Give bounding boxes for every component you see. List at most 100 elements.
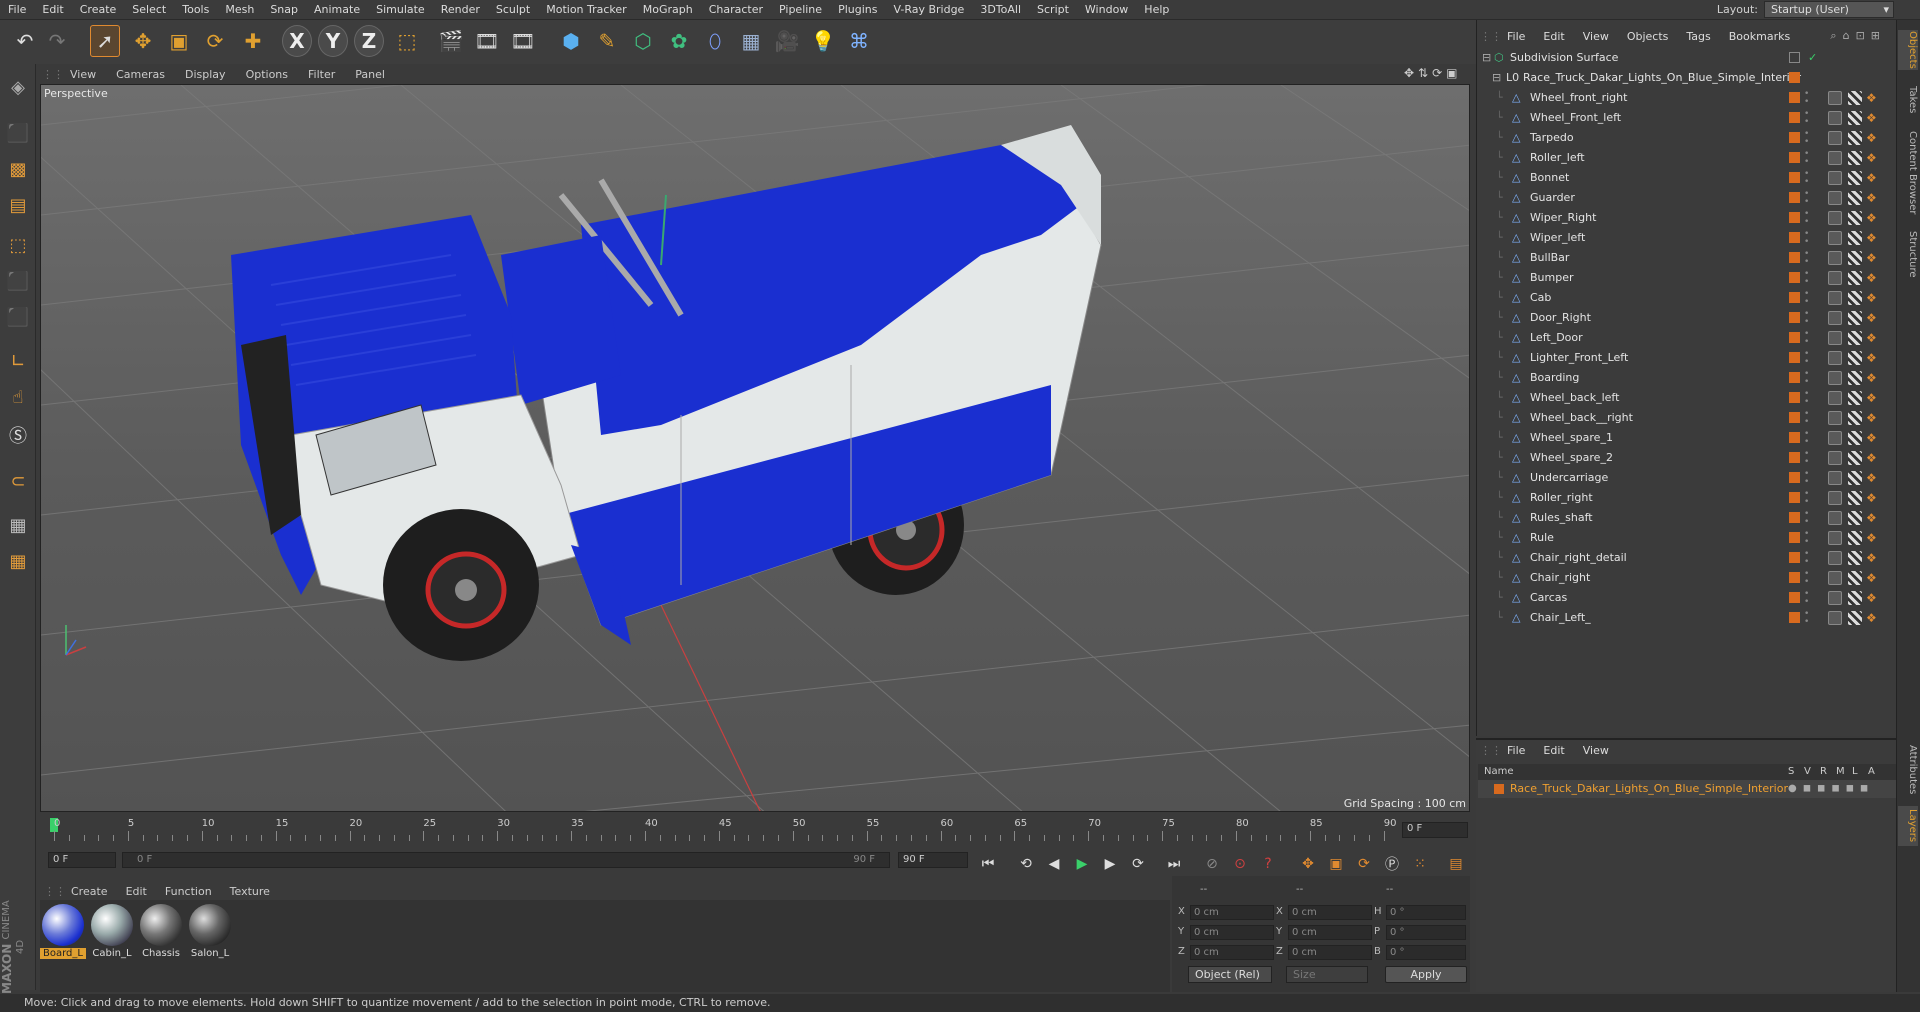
coord-x-position-field[interactable]: 0 cm [1190,905,1274,920]
coord-z-position-field[interactable]: 0 cm [1190,945,1274,960]
next-frame-icon[interactable]: ▶ [1098,852,1122,876]
menu-render[interactable]: Render [433,3,488,16]
subdivision-icon[interactable]: ⬡ [628,25,658,57]
texture-tag-icon[interactable] [1848,111,1862,125]
workplane-mode-icon[interactable]: ▤ [3,190,33,220]
om-menu-file[interactable]: File [1498,30,1534,43]
material-cabin[interactable]: Cabin_L [89,902,135,962]
material-tag-icon[interactable]: ❖ [1866,491,1880,505]
visibility-dots[interactable]: • • [1804,430,1809,447]
om-row-rule[interactable]: └ △ Rule • • ❖ [1478,528,1896,548]
om-menu-view[interactable]: View [1574,30,1618,43]
texture-tag-icon[interactable] [1848,491,1862,505]
coord-mode-select[interactable]: Object (Rel) [1188,966,1272,983]
coordinate-system-icon[interactable]: ⬚ [392,25,422,57]
menu-select[interactable]: Select [124,3,174,16]
end-frame-field[interactable]: 90 F [898,852,968,868]
om-row-wheel-back-right[interactable]: └ △ Wheel_back__right • • ❖ [1478,408,1896,428]
coord-x-size-field[interactable]: 0 cm [1288,905,1372,920]
coord-p-rotation-field[interactable]: 0 ° [1386,925,1466,940]
render-view-icon[interactable]: 🎬 [436,25,466,57]
menu-mograph[interactable]: MoGraph [635,3,701,16]
enabled-check-icon[interactable]: ✓ [1808,48,1817,68]
om-row-wheel-front-right[interactable]: └ △ Wheel_front_right • • ❖ [1478,88,1896,108]
uvw-tag-icon[interactable] [1828,571,1842,585]
tab-layers[interactable]: Layers [1898,806,1918,846]
uvw-tag-icon[interactable] [1828,411,1842,425]
uvw-tag-icon[interactable] [1828,391,1842,405]
layer-flags-icons[interactable]: ●◼◼◼◼◼ [1788,780,1874,798]
visibility-dots[interactable]: • • [1804,150,1809,167]
material-menu-edit[interactable]: Edit [117,885,156,898]
material-tag-icon[interactable]: ❖ [1866,291,1880,305]
viewport-3d[interactable] [40,84,1470,812]
om-row-left-door[interactable]: └ △ Left_Door • • ❖ [1478,328,1896,348]
om-row-tarpedo[interactable]: └ △ Tarpedo • • ❖ [1478,128,1896,148]
texture-tag-icon[interactable] [1848,151,1862,165]
menu-file[interactable]: File [0,3,34,16]
uvw-tag-icon[interactable] [1828,231,1842,245]
material-tag-icon[interactable]: ❖ [1866,531,1880,545]
menu-simulate[interactable]: Simulate [368,3,433,16]
uvw-tag-icon[interactable] [1828,211,1842,225]
tab-attributes[interactable]: Attributes [1898,740,1918,800]
menu-animate[interactable]: Animate [306,3,368,16]
key-position-icon[interactable]: ✥ [1296,852,1320,876]
coord-z-size-field[interactable]: 0 cm [1288,945,1372,960]
visibility-dots[interactable]: • • [1804,130,1809,147]
menu-mesh[interactable]: Mesh [217,3,262,16]
visibility-dots[interactable]: • • [1804,510,1809,527]
material-salon[interactable]: Salon_L [187,902,233,962]
timeline-window-icon[interactable]: ▤ [1444,852,1468,876]
expand-icon[interactable]: ⊟ [1482,48,1491,68]
cloner-icon[interactable]: ✿ [664,25,694,57]
texture-tag-icon[interactable] [1848,471,1862,485]
lm-menu-view[interactable]: View [1574,744,1618,757]
visibility-dots[interactable]: • • [1804,230,1809,247]
material-tag-icon[interactable]: ❖ [1866,171,1880,185]
tab-takes[interactable]: Takes [1898,80,1918,120]
uvw-tag-icon[interactable] [1828,371,1842,385]
coord-size-select[interactable]: Size [1286,966,1368,983]
uvw-tag-icon[interactable] [1828,511,1842,525]
material-board[interactable]: Board_L [40,902,86,962]
om-menu-objects[interactable]: Objects [1618,30,1678,43]
om-row-boarding[interactable]: └ △ Boarding • • ❖ [1478,368,1896,388]
om-row-group[interactable]: ⊟ L0 Race_Truck_Dakar_Lights_On_Blue_Sim… [1478,68,1896,88]
om-row-wheel-spare-2[interactable]: └ △ Wheel_spare_2 • • ❖ [1478,448,1896,468]
om-menu-edit[interactable]: Edit [1534,30,1573,43]
uvw-tag-icon[interactable] [1828,111,1842,125]
viewport-menu-view[interactable]: View [60,68,106,81]
om-row-wiper-left[interactable]: └ △ Wiper_left • • ❖ [1478,228,1896,248]
om-row-wheel-spare-1[interactable]: └ △ Wheel_spare_1 • • ❖ [1478,428,1896,448]
undo-icon[interactable]: ↶ [10,25,40,57]
tab-objects[interactable]: Objects [1898,30,1918,70]
om-row-bumper[interactable]: └ △ Bumper • • ❖ [1478,268,1896,288]
texture-tag-icon[interactable] [1848,131,1862,145]
texture-tag-icon[interactable] [1848,611,1862,625]
om-row-chair-left-[interactable]: └ △ Chair_Left_ • • ❖ [1478,608,1896,628]
cube-icon[interactable]: ⬢ [556,25,586,57]
menu-script[interactable]: Script [1029,3,1077,16]
texture-tag-icon[interactable] [1848,411,1862,425]
visibility-dots[interactable]: • • [1804,530,1809,547]
texture-tag-icon[interactable] [1848,91,1862,105]
material-tag-icon[interactable]: ❖ [1866,111,1880,125]
locked-workplane-icon[interactable]: ▦ [3,546,33,576]
menu-motion-tracker[interactable]: Motion Tracker [538,3,634,16]
uvw-tag-icon[interactable] [1828,431,1842,445]
tab-content-browser[interactable]: Content Browser [1898,128,1918,218]
texture-tag-icon[interactable] [1848,171,1862,185]
uvw-tag-icon[interactable] [1828,451,1842,465]
texture-tag-icon[interactable] [1848,291,1862,305]
coord-y-position-field[interactable]: 0 cm [1190,925,1274,940]
material-tag-icon[interactable]: ❖ [1866,211,1880,225]
render-picture-viewer-icon[interactable]: 🎞 [472,25,502,57]
om-row-door-right[interactable]: └ △ Door_Right • • ❖ [1478,308,1896,328]
live-selection-icon[interactable]: ✚ [238,25,268,57]
tab-structure[interactable]: Structure [1898,224,1918,284]
uvw-tag-icon[interactable] [1828,311,1842,325]
layout-select[interactable]: Startup (User) [1764,1,1894,18]
start-frame-field[interactable]: 0 F [48,852,116,868]
om-row-wiper-right[interactable]: └ △ Wiper_Right • • ❖ [1478,208,1896,228]
